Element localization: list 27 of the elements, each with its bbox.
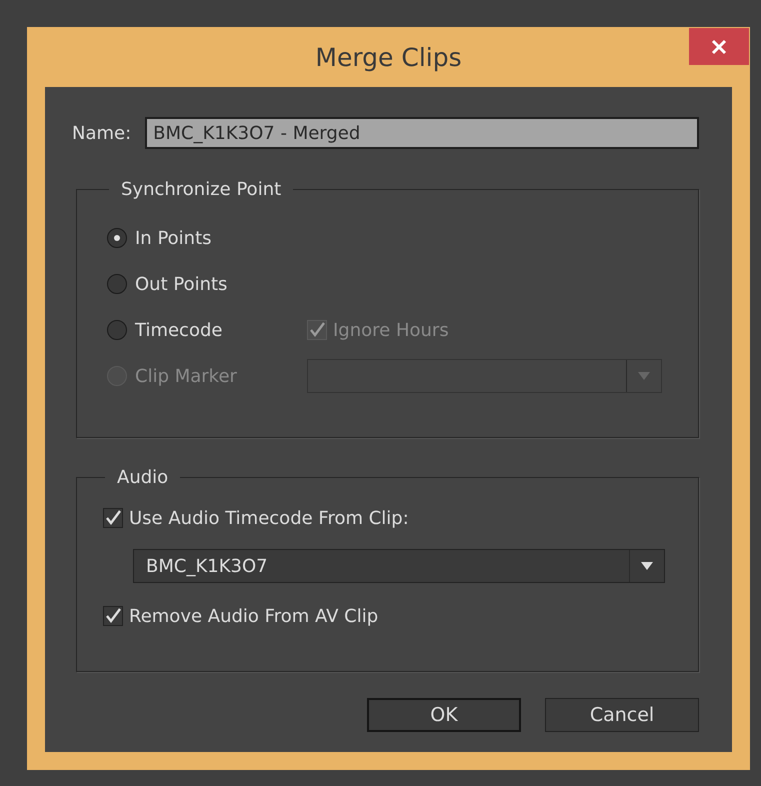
checkbox[interactable] [103, 508, 123, 528]
group-title: Audio [116, 467, 170, 488]
radio-label: Out Points [135, 274, 228, 294]
dialog-button[interactable]: Cancel [545, 698, 699, 732]
close-icon [711, 38, 727, 54]
name-field[interactable]: BMC_K1K3O7 - Merged [145, 117, 699, 149]
radio-button[interactable] [107, 320, 127, 340]
radio-button[interactable] [107, 274, 127, 294]
dropdown[interactable]: BMC_K1K3O7 [133, 549, 665, 583]
caret-icon [638, 372, 650, 380]
checkbox[interactable] [103, 606, 123, 626]
checkbox-label: Ignore Hours [333, 320, 449, 340]
checkmark-icon [104, 509, 122, 527]
dialog-button[interactable]: OK [367, 698, 521, 732]
radio-button[interactable] [107, 228, 127, 248]
window-title: Merge Clips [315, 42, 462, 72]
radio-label: Clip Marker [135, 366, 237, 386]
close-button[interactable] [689, 28, 749, 65]
name-label: Name: [72, 122, 132, 144]
checkbox-label: Remove Audio From AV Clip [129, 606, 378, 626]
radio-label: Timecode [135, 320, 222, 340]
checkmark-icon [308, 321, 326, 339]
checkbox-label: Use Audio Timecode From Clip: [129, 508, 409, 528]
group-title: Synchronize Point [120, 179, 282, 200]
radio-label: In Points [135, 228, 212, 248]
checkmark-icon [104, 607, 122, 625]
caret-icon [641, 562, 653, 570]
